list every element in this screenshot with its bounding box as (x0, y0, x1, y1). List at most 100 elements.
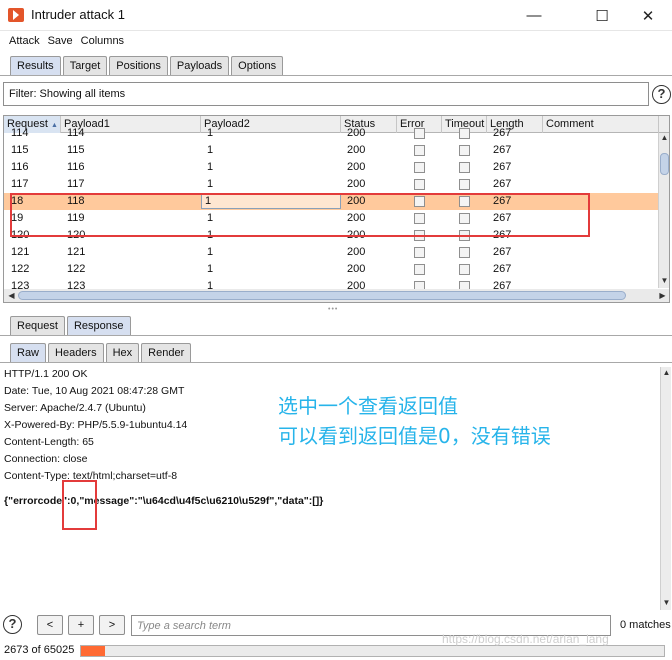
table-vertical-scroll-thumb[interactable] (660, 153, 669, 175)
cell-status: 200 (347, 127, 366, 139)
main-tabs: Results Target Positions Payloads Option… (10, 56, 285, 75)
error-checkbox (414, 179, 425, 190)
timeout-checkbox (459, 145, 470, 156)
close-button[interactable]: ✕ (626, 2, 670, 29)
attack-progress-bar (80, 645, 665, 657)
tab-raw[interactable]: Raw (10, 343, 47, 362)
menu-columns[interactable]: Columns (81, 32, 124, 50)
cell-status: 200 (347, 263, 366, 275)
tab-render[interactable]: Render (141, 343, 192, 362)
response-status-line: HTTP/1.1 200 OK (4, 368, 88, 380)
table-vertical-scrollbar[interactable]: ▲ ▼ (658, 133, 669, 288)
cell-length: 267 (493, 144, 512, 156)
reqresp-divider (0, 335, 672, 336)
minimize-button[interactable]: — (512, 2, 556, 29)
menu-save[interactable]: Save (48, 32, 73, 50)
tab-results[interactable]: Results (10, 56, 61, 75)
response-scroll-up-icon[interactable]: ▲ (661, 368, 672, 378)
response-body: {"errorcode":0,"message":"\u64cd\u4f5c\u… (4, 495, 324, 507)
tab-positions[interactable]: Positions (109, 56, 168, 75)
scroll-left-icon[interactable]: ◀ (6, 291, 17, 301)
table-row[interactable]: 121 121 1 200 267 (4, 244, 659, 261)
maximize-button[interactable]: ☐ (580, 2, 624, 29)
filter-bar[interactable]: Filter: Showing all items (3, 82, 649, 106)
cell-request: 116 (11, 161, 29, 173)
cell-payload1: 117 (67, 178, 85, 190)
burp-app-icon (8, 8, 24, 22)
menu-bar: Attack Save Columns (0, 32, 124, 50)
cell-request: 122 (11, 263, 30, 275)
highlight-box-errorcode (62, 480, 97, 530)
help-icon[interactable]: ? (652, 85, 671, 104)
tab-hex[interactable]: Hex (105, 343, 140, 362)
cell-payload1: 121 (67, 246, 86, 258)
cell-length: 267 (493, 263, 512, 275)
annotation-line-2: 可以看到返回值是0，没有错误 (278, 424, 551, 448)
timeout-checkbox (459, 128, 470, 139)
tab-divider (0, 75, 672, 76)
add-search-button[interactable]: + (68, 615, 94, 635)
timeout-checkbox (459, 247, 470, 258)
scroll-right-icon[interactable]: ▶ (657, 291, 668, 301)
title-bar: Intruder attack 1 — ☐ ✕ (0, 0, 672, 31)
cell-payload2: 1 (207, 127, 214, 139)
table-row[interactable]: 114 114 1 200 267 (4, 125, 659, 142)
timeout-checkbox (459, 264, 470, 275)
cell-length: 267 (493, 127, 512, 139)
cell-payload1: 122 (67, 263, 86, 275)
watermark-text: https://blog.csdn.net/arlan_lang (442, 632, 609, 646)
cell-payload1: 114 (67, 127, 85, 139)
timeout-checkbox (459, 162, 470, 173)
error-checkbox (414, 162, 425, 173)
tab-headers[interactable]: Headers (48, 343, 104, 362)
cell-length: 267 (493, 246, 512, 258)
cell-payload2: 1 (207, 263, 214, 275)
scroll-up-icon[interactable]: ▲ (659, 133, 669, 143)
progress-count: 2673 of 65025 (4, 644, 75, 656)
cell-length: 267 (493, 178, 512, 190)
next-match-button[interactable]: > (99, 615, 125, 635)
tab-payloads[interactable]: Payloads (169, 56, 230, 75)
cell-payload2: 1 (207, 144, 214, 156)
error-checkbox (414, 264, 425, 275)
cell-payload2: 1 (207, 178, 214, 190)
cell-request: 121 (11, 246, 30, 258)
cell-payload1: 115 (67, 144, 85, 156)
table-row[interactable]: 122 122 1 200 267 (4, 261, 659, 278)
response-header-date: Date: Tue, 10 Aug 2021 08:47:28 GMT (4, 385, 185, 397)
cell-payload2: 1 (207, 161, 214, 173)
table-row[interactable]: 116 116 1 200 267 (4, 159, 659, 176)
response-header-powered-by: X-Powered-By: PHP/5.5.9-1ubuntu4.14 (4, 419, 188, 431)
cell-payload2: 1 (207, 246, 214, 258)
response-scroll-down-icon[interactable]: ▼ (661, 598, 672, 608)
timeout-checkbox (459, 179, 470, 190)
error-checkbox (414, 128, 425, 139)
scroll-down-icon[interactable]: ▼ (659, 276, 669, 286)
annotation-line-1: 选中一个查看返回值 (278, 394, 458, 418)
message-view-tabs: Raw Headers Hex Render (10, 343, 193, 362)
table-row[interactable]: 115 115 1 200 267 (4, 142, 659, 159)
menu-attack[interactable]: Attack (9, 32, 40, 50)
tab-request[interactable]: Request (10, 316, 65, 335)
tab-target[interactable]: Target (62, 56, 108, 75)
cell-request: 115 (11, 144, 29, 156)
search-help-icon[interactable]: ? (3, 615, 22, 634)
previous-match-button[interactable]: < (37, 615, 63, 635)
table-row[interactable]: 117 117 1 200 267 (4, 176, 659, 193)
table-horizontal-scrollbar[interactable]: ◀ ▶ (4, 289, 669, 302)
request-response-tabs: Request Response (10, 316, 133, 335)
response-header-connection: Connection: close (4, 453, 88, 465)
tab-response[interactable]: Response (66, 316, 131, 335)
cell-status: 200 (347, 144, 366, 156)
highlight-box-selected-rows (10, 193, 590, 237)
response-vertical-scrollbar[interactable]: ▲ ▼ (660, 367, 671, 610)
cell-request: 117 (11, 178, 29, 190)
tab-options[interactable]: Options (231, 56, 284, 75)
splitter-handle[interactable]: ••• (328, 306, 338, 313)
cell-status: 200 (347, 178, 366, 190)
attack-progress-fill (81, 646, 105, 656)
cell-payload1: 116 (67, 161, 85, 173)
window-title: Intruder attack 1 (31, 7, 125, 22)
cell-status: 200 (347, 161, 366, 173)
table-horizontal-scroll-thumb[interactable] (18, 291, 626, 300)
